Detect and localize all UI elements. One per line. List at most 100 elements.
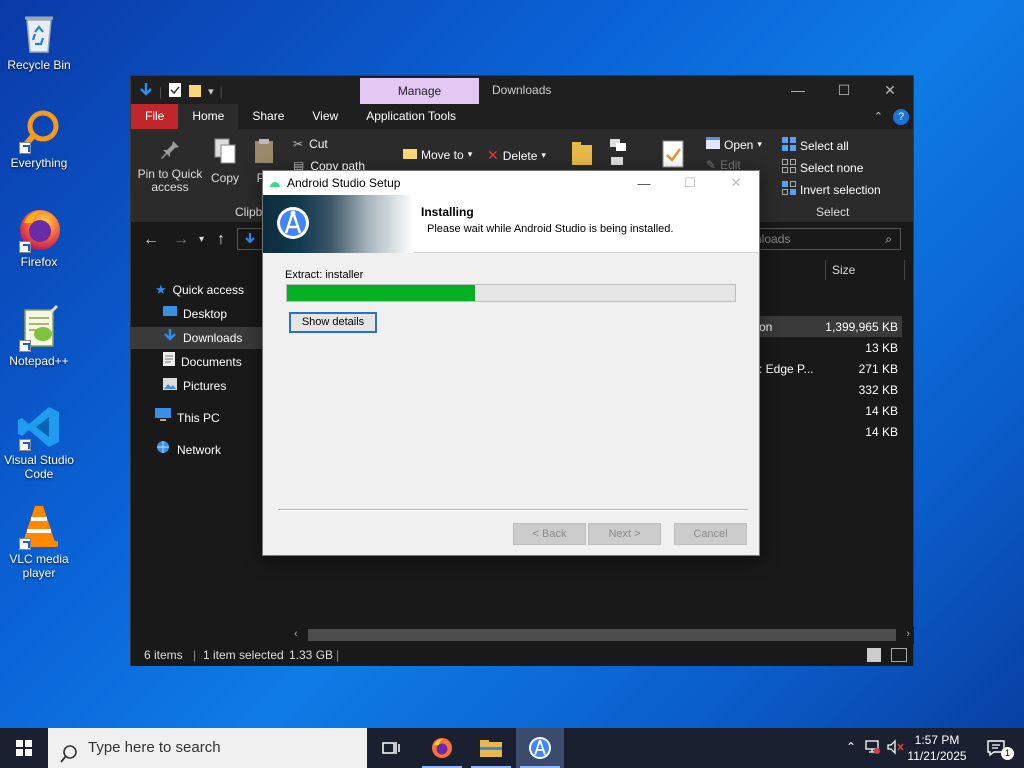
horizontal-scrollbar[interactable]: ‹ › [290, 627, 914, 644]
properties-icon[interactable] [168, 82, 182, 101]
task-view-button[interactable] [368, 728, 416, 768]
collapse-ribbon-icon[interactable]: ⌃ [874, 110, 883, 123]
details-view-icon[interactable] [867, 648, 881, 662]
tab-file[interactable]: File [131, 104, 179, 129]
copy-button[interactable]: Copy [207, 137, 243, 185]
cancel-button[interactable]: Cancel [674, 523, 747, 545]
select-all-button[interactable]: Select all [782, 137, 849, 154]
move-to-button[interactable]: Move to ▾ [403, 147, 472, 162]
window-title: Downloads [492, 83, 552, 97]
recent-locations-icon[interactable]: ▾ [199, 234, 204, 245]
maximize-button[interactable]: ☐ [821, 76, 867, 104]
invert-selection-button[interactable]: Invert selection [782, 181, 881, 198]
pin-icon [137, 137, 203, 164]
computer-icon [155, 407, 171, 429]
nav-item-desktop[interactable]: Desktop [163, 303, 227, 325]
customize-toolbar-icon[interactable]: ▾ [208, 85, 214, 98]
scroll-left-icon[interactable]: ‹ [294, 628, 298, 640]
shortcut-arrow-icon [19, 241, 31, 253]
clock-time: 1:57 PM [914, 733, 960, 747]
android-icon [269, 177, 281, 191]
address-bar[interactable] [237, 228, 263, 250]
status-bar: 6 items | 1 item selected 1.33 GB | [131, 644, 913, 666]
desktop-icon-everything[interactable]: Everything [4, 106, 74, 170]
show-details-button[interactable]: Show details [289, 312, 377, 333]
vscode-icon [15, 403, 63, 451]
new-folder-icon[interactable] [188, 82, 202, 101]
nav-item-network[interactable]: Network [155, 439, 221, 461]
back-button[interactable]: < Back [513, 523, 586, 545]
documents-folder-icon [163, 351, 175, 373]
next-button[interactable]: Next > [588, 523, 661, 545]
desktop-icon-label: Visual Studio Code [4, 453, 74, 481]
scroll-right-icon[interactable]: › [906, 628, 910, 640]
taskbar-firefox[interactable] [418, 728, 466, 768]
new-folder-button[interactable] [571, 139, 593, 170]
desktop-icon-recycle-bin[interactable]: Recycle Bin [4, 8, 74, 72]
file-name-cell[interactable]: on [759, 320, 772, 334]
start-button[interactable] [0, 728, 48, 768]
minimize-button[interactable]: — [775, 76, 821, 104]
tab-home[interactable]: Home [178, 104, 239, 129]
scrollbar-thumb[interactable] [308, 629, 896, 641]
file-size-cell: 1,399,965 KB [825, 320, 898, 334]
extract-status-text: Extract: installer [285, 269, 364, 281]
search-input[interactable]: nloads ⌕ [748, 228, 901, 250]
status-selected: 1 item selected [203, 648, 284, 662]
forward-arrow-icon[interactable]: → [173, 231, 189, 249]
nav-item-documents[interactable]: Documents [163, 351, 242, 373]
notification-center-icon[interactable]: 1 [986, 739, 1014, 760]
scissors-icon: ✂ [293, 137, 304, 151]
cut-button[interactable]: ✂ Cut [293, 137, 328, 151]
explorer-titlebar: | ▾ | Manage Downloads — ☐ ✕ [131, 76, 913, 104]
nav-item-this-pc[interactable]: This PC [155, 407, 220, 429]
nav-item-quick-access[interactable]: ★ Quick access [155, 279, 244, 301]
column-header-size[interactable]: Size [825, 260, 905, 280]
up-arrow-icon[interactable]: ↑ [217, 231, 225, 249]
shortcut-arrow-icon [19, 439, 31, 451]
taskbar-clock[interactable]: 1:57 PM 11/21/2025 [902, 732, 972, 764]
properties-button[interactable] [661, 139, 685, 172]
tab-manage[interactable]: Manage [360, 78, 479, 104]
shortcut-arrow-icon [19, 340, 31, 352]
android-studio-icon [529, 737, 551, 759]
back-arrow-icon[interactable]: ← [143, 231, 159, 249]
pictures-folder-icon [163, 375, 177, 397]
desktop-icon-notepad-plus-plus[interactable]: Notepad++ [4, 304, 74, 368]
pin-to-quick-access-button[interactable]: Pin to Quick access [137, 137, 203, 194]
shortcut-arrow-icon [19, 142, 31, 154]
new-item-icon[interactable] [609, 137, 629, 170]
dialog-separator [278, 509, 748, 510]
status-selected-size: 1.33 GB [289, 648, 334, 662]
nav-item-pictures[interactable]: Pictures [163, 375, 226, 397]
star-icon: ★ [155, 282, 167, 297]
taskbar-file-explorer[interactable] [467, 728, 515, 768]
large-icons-view-icon[interactable] [891, 648, 907, 662]
file-size-cell: 271 KB [858, 362, 898, 376]
notification-count-badge: 1 [1001, 747, 1014, 760]
open-button[interactable]: Open ▾ [706, 137, 762, 152]
notepad-plus-plus-icon [15, 304, 63, 352]
dialog-title: Android Studio Setup [287, 176, 401, 190]
select-none-button[interactable]: Select none [782, 159, 863, 176]
tab-share[interactable]: Share [238, 104, 298, 129]
close-button[interactable]: ✕ [867, 76, 913, 104]
desktop-icon-vscode[interactable]: Visual Studio Code [4, 403, 74, 481]
tab-application-tools[interactable]: Application Tools [352, 104, 470, 129]
file-size-cell: 14 KB [865, 425, 898, 439]
help-icon[interactable]: ? [893, 108, 909, 125]
show-hidden-icons-icon[interactable]: ⌃ [846, 740, 856, 754]
paste-icon [249, 137, 279, 168]
taskbar-search-box[interactable]: Type here to search [48, 728, 367, 768]
dropdown-arrow-icon: ▾ [467, 149, 473, 159]
desktop-icon-vlc[interactable]: VLC media player [4, 502, 74, 580]
clipboard-group-label: Clipb [235, 205, 263, 219]
network-status-icon[interactable] [864, 739, 880, 758]
download-arrow-icon[interactable] [139, 82, 153, 101]
vlc-icon [15, 502, 63, 550]
tab-view[interactable]: View [298, 104, 352, 129]
desktop-icon-firefox[interactable]: Firefox [4, 205, 74, 269]
delete-button[interactable]: ✕ Delete ▾ [487, 147, 546, 164]
dialog-minimize-button[interactable]: — [621, 171, 667, 195]
taskbar-android-studio-setup[interactable] [516, 728, 564, 768]
